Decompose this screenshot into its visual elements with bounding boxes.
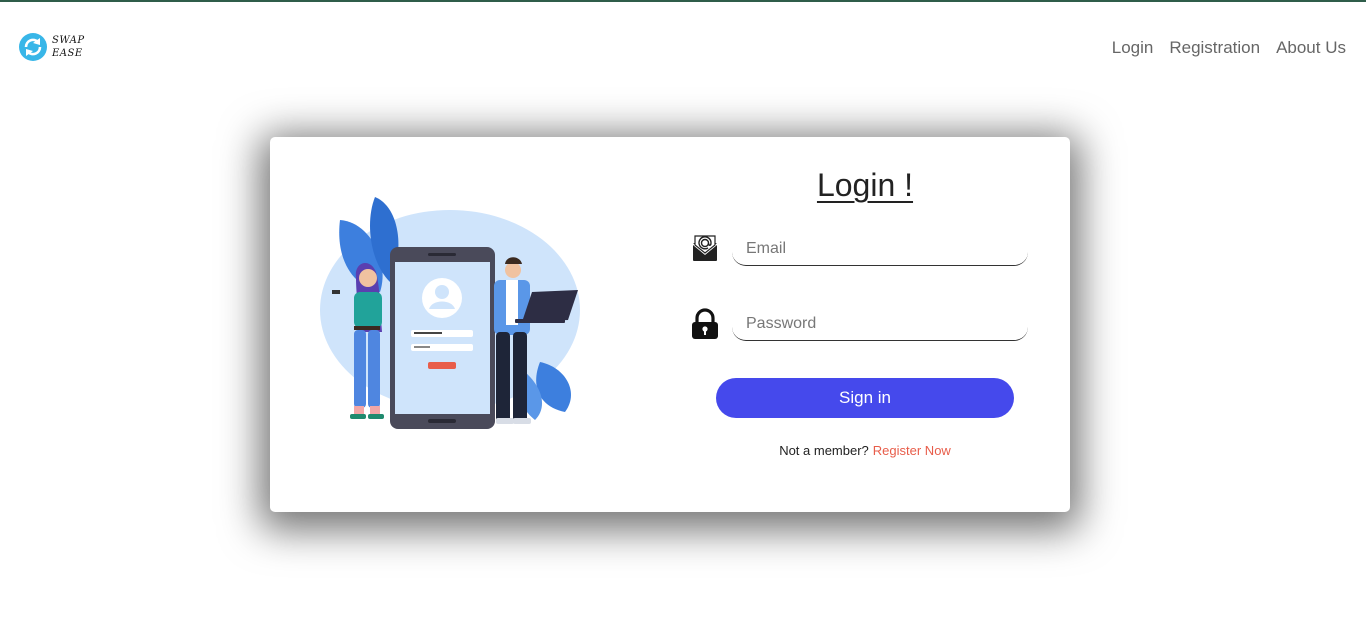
register-now-link[interactable]: Register Now: [873, 443, 951, 458]
brand[interactable]: SWAP EASE: [18, 32, 85, 62]
envelope-at-icon: [692, 235, 718, 261]
email-row: [688, 232, 1038, 272]
login-form: Login ! Sign in Not a member?Register: [680, 137, 1060, 512]
nav-links: Login Registration About Us: [1112, 38, 1346, 58]
padlock-icon: [692, 308, 718, 339]
refresh-arrows-icon: [19, 33, 47, 61]
nav-login-link[interactable]: Login: [1112, 38, 1154, 58]
nav-about-link[interactable]: About Us: [1276, 38, 1346, 58]
brand-name: SWAP EASE: [52, 34, 85, 60]
brand-line-2: EASE: [52, 48, 83, 59]
password-row: [688, 307, 1038, 347]
password-input[interactable]: [732, 307, 1028, 341]
login-illustration: [320, 197, 580, 429]
sign-in-button[interactable]: Sign in: [716, 378, 1014, 418]
brand-line-1: SWAP: [52, 35, 85, 46]
login-card: Login ! Sign in Not a member?Register: [270, 137, 1070, 512]
email-input[interactable]: [732, 232, 1028, 266]
login-title: Login !: [816, 167, 914, 203]
nav-registration-link[interactable]: Registration: [1169, 38, 1260, 58]
navbar: SWAP EASE Login Registration About Us: [0, 2, 1366, 92]
register-prompt-text: Not a member?: [779, 443, 869, 458]
register-prompt: Not a member? Register Now: [680, 443, 1050, 458]
